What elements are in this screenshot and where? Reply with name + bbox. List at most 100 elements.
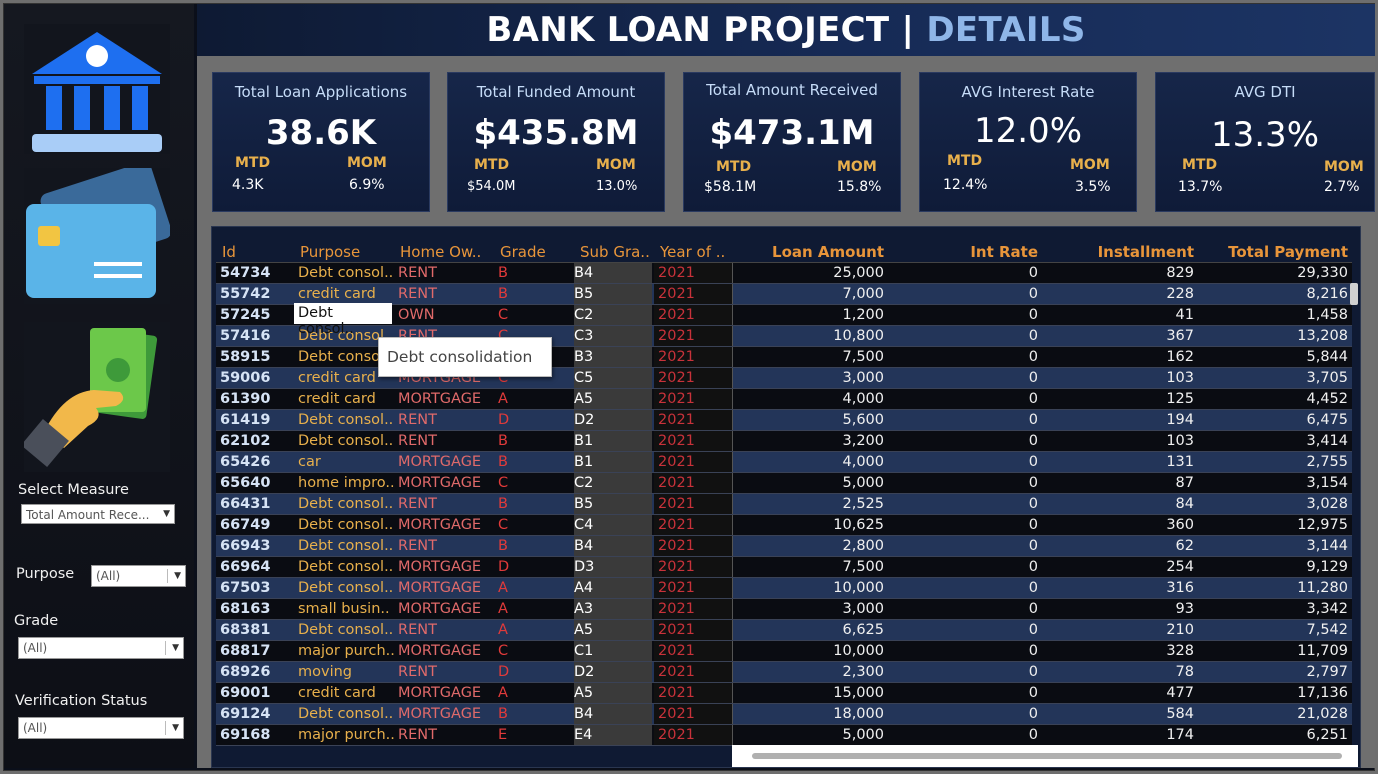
cell-sub-grade: B4 <box>574 538 594 554</box>
table-row[interactable]: 67503 Debt consol.. MORTGAGE A A4 2021 10,000 0… <box>216 578 1352 599</box>
col-header-purpose[interactable]: Purpose <box>300 243 360 261</box>
cell-id: 69001 <box>220 685 271 701</box>
select-measure-label: Select Measure <box>18 482 129 498</box>
cell-purpose: Debt consol.. <box>298 580 394 596</box>
cell-total-payment: 11,280 <box>1297 580 1348 596</box>
cell-year: 2021 <box>658 412 695 428</box>
table-row[interactable]: 68163 small busin.. MORTGAGE A A3 2021 3,000 0 9… <box>216 599 1352 620</box>
col-header-grade[interactable]: Grade <box>500 243 546 261</box>
table-row[interactable]: 65640 home impro.. MORTGAGE C C2 2021 5,000 0 87… <box>216 473 1352 494</box>
cell-home-ownership: RENT <box>398 286 437 302</box>
cell-id: 66943 <box>220 538 271 554</box>
vertical-scrollbar[interactable] <box>1350 283 1358 305</box>
kpi-card-avg-dti: AVG DTI 13.3% MTD 13.7% MOM 2.7% <box>1155 72 1375 212</box>
cell-total-payment: 3,414 <box>1306 433 1348 449</box>
cell-sub-grade: C4 <box>574 517 594 533</box>
verification-dropdown[interactable]: (All) ▼ <box>18 717 184 739</box>
cell-year: 2021 <box>658 454 695 470</box>
cell-grade: B <box>498 538 508 554</box>
cell-loan-amount: 6,625 <box>842 622 884 638</box>
cell-installment: 84 <box>1175 496 1194 512</box>
cell-purpose: credit card <box>298 685 376 701</box>
cell-loan-amount: 10,800 <box>833 328 884 344</box>
cell-int-rate: 0 <box>1028 727 1038 743</box>
table-row[interactable]: 54734 Debt consol.. RENT B B4 2021 25,000 0 829 2… <box>216 263 1352 284</box>
cell-loan-amount: 4,000 <box>842 391 884 407</box>
table-row[interactable]: 66943 Debt consol.. RENT B B4 2021 2,800 0 62 3,1… <box>216 536 1352 557</box>
cell-grade: B <box>498 433 508 449</box>
cell-loan-amount: 10,000 <box>833 580 884 596</box>
cell-grade: B <box>498 286 508 302</box>
cell-int-rate: 0 <box>1028 370 1038 386</box>
column-separator <box>732 515 733 535</box>
table-row[interactable]: 66964 Debt consol.. MORTGAGE D D3 2021 7,500 0 2… <box>216 557 1352 578</box>
cell-total-payment: 3,028 <box>1306 496 1348 512</box>
col-header-total-payment[interactable]: Total Payment <box>1206 243 1348 261</box>
table-row[interactable]: 61390 credit card MORTGAGE A A5 2021 4,000 0 125… <box>216 389 1352 410</box>
cell-int-rate: 0 <box>1028 412 1038 428</box>
verification-dropdown-value: (All) <box>23 721 48 735</box>
cell-total-payment: 12,975 <box>1297 517 1348 533</box>
kpi-value: $435.8M <box>473 113 639 153</box>
purpose-dropdown[interactable]: (All) ▼ <box>91 565 186 587</box>
column-separator <box>732 578 733 598</box>
grade-dropdown[interactable]: (All) ▼ <box>18 637 184 659</box>
measure-dropdown[interactable]: Total Amount Rece... ▼ <box>21 504 175 524</box>
cell-year: 2021 <box>658 475 695 491</box>
cell-purpose: Debt consol.. <box>298 622 394 638</box>
chevron-down-icon[interactable]: ▼ <box>165 641 179 655</box>
col-header-id[interactable]: Id <box>222 243 236 261</box>
col-header-sub-grade[interactable]: Sub Gra.. <box>580 243 650 261</box>
kpi-mtd-value: $54.0M <box>467 179 516 194</box>
cell-purpose: major purch.. <box>298 643 394 659</box>
table-row[interactable]: 61419 Debt consol.. RENT D D2 2021 5,600 0 194 6,… <box>216 410 1352 431</box>
cell-purpose: Debt consol.. <box>298 517 394 533</box>
cell-year: 2021 <box>658 559 695 575</box>
table-row[interactable]: 66431 Debt consol.. RENT B B5 2021 2,525 0 84 3,0… <box>216 494 1352 515</box>
table-row[interactable]: 66749 Debt consol.. MORTGAGE C C4 2021 10,625 0… <box>216 515 1352 536</box>
chevron-down-icon[interactable]: ▼ <box>156 507 170 521</box>
table-row[interactable]: 68381 Debt consol.. RENT A A5 2021 6,625 0 210 7,… <box>216 620 1352 641</box>
cell-loan-amount: 5,000 <box>842 475 884 491</box>
table-body: 54734 Debt consol.. RENT B B4 2021 25,000 0 829 2… <box>216 263 1352 747</box>
table-row[interactable]: 55742 credit card RENT B B5 2021 7,000 0 228 8,21… <box>216 284 1352 305</box>
col-header-year[interactable]: Year of .. <box>660 243 725 261</box>
table-row[interactable]: 62102 Debt consol.. RENT B B1 2021 3,200 0 103 3,… <box>216 431 1352 452</box>
kpi-mtd-value: 12.4% <box>943 177 988 193</box>
cell-loan-amount: 2,300 <box>842 664 884 680</box>
table-row[interactable]: 68817 major purch.. MORTGAGE C C1 2021 10,000 0… <box>216 641 1352 662</box>
column-separator <box>732 263 733 283</box>
kpi-value: 13.3% <box>1210 115 1319 155</box>
cell-sub-grade: A3 <box>574 601 594 617</box>
chevron-down-icon[interactable]: ▼ <box>167 569 181 583</box>
col-header-installment[interactable]: Installment <box>1056 243 1194 261</box>
cell-total-payment: 6,475 <box>1306 412 1348 428</box>
col-header-home-ownership[interactable]: Home Ow.. <box>400 243 481 261</box>
horizontal-scrollbar-thumb[interactable] <box>752 753 1342 759</box>
cell-int-rate: 0 <box>1028 664 1038 680</box>
cell-total-payment: 3,144 <box>1306 538 1348 554</box>
table-row[interactable]: 68926 moving RENT D D2 2021 2,300 0 78 2,797 <box>216 662 1352 683</box>
table-row[interactable]: 69124 Debt consol.. MORTGAGE B B4 2021 18,000 0… <box>216 704 1352 725</box>
kpi-mom-value: 13.0% <box>596 179 638 194</box>
cell-id: 66964 <box>220 559 271 575</box>
cell-year: 2021 <box>658 496 695 512</box>
cell-grade: A <box>498 685 508 701</box>
table-row[interactable]: 69168 major purch.. RENT E E4 2021 5,000 0 174 6,… <box>216 725 1352 746</box>
cell-loan-amount: 3,000 <box>842 370 884 386</box>
cell-home-ownership: RENT <box>398 412 437 428</box>
table-row[interactable]: 69001 credit card MORTGAGE A A5 2021 15,000 0 47… <box>216 683 1352 704</box>
cell-grade: B <box>498 496 508 512</box>
cell-grade: E <box>498 727 508 743</box>
cell-id: 65426 <box>220 454 271 470</box>
cell-grade: A <box>498 391 508 407</box>
cell-year: 2021 <box>658 517 695 533</box>
col-header-int-rate[interactable]: Int Rate <box>916 243 1038 261</box>
cell-int-rate: 0 <box>1028 706 1038 722</box>
chevron-down-icon[interactable]: ▼ <box>165 721 179 735</box>
col-header-loan-amount[interactable]: Loan Amount <box>736 243 884 261</box>
kpi-mtd-value: $58.1M <box>704 179 757 195</box>
cell-loan-amount: 2,800 <box>842 538 884 554</box>
hovered-purpose-cell[interactable]: Debt consol.. <box>294 303 392 337</box>
table-row[interactable]: 65426 car MORTGAGE B B1 2021 4,000 0 131 2,755 <box>216 452 1352 473</box>
